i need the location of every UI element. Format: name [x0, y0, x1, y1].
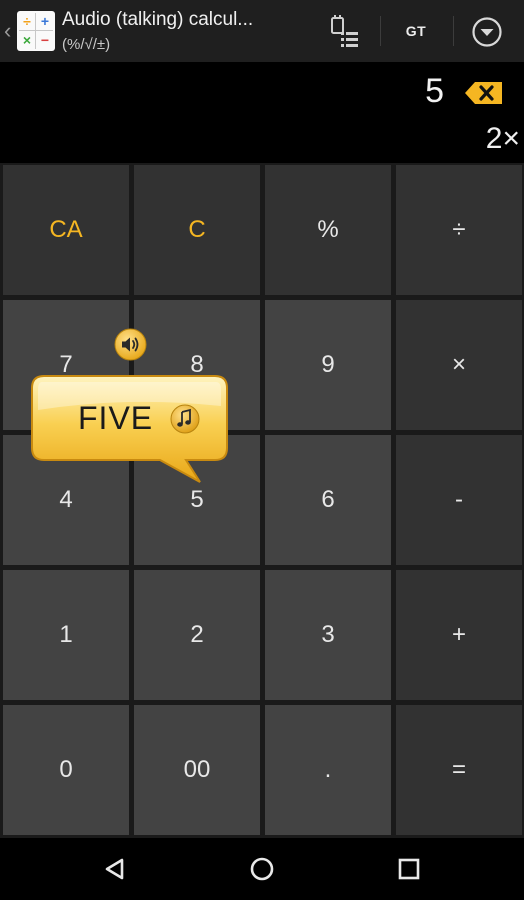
speaker-icon: [114, 328, 147, 361]
calculator-display: 5 2×: [0, 62, 524, 163]
key-0[interactable]: 0: [3, 705, 129, 835]
key-1[interactable]: 1: [3, 570, 129, 700]
history-button[interactable]: [322, 8, 368, 54]
grand-total-button[interactable]: GT: [388, 14, 444, 48]
nav-home-icon: [250, 857, 274, 881]
key-00[interactable]: 00: [134, 705, 260, 835]
key-6[interactable]: 6: [265, 435, 391, 565]
overflow-menu-button[interactable]: [470, 15, 504, 49]
key-3[interactable]: 3: [265, 570, 391, 700]
up-chevron-icon[interactable]: ‹: [4, 18, 11, 44]
app-logo-icon[interactable]: ÷ + × −: [17, 11, 55, 51]
display-value: 5: [425, 72, 444, 110]
speech-bubble: FIVE: [28, 372, 233, 487]
nav-back-icon: [105, 858, 124, 880]
app-logo-minus: −: [40, 32, 50, 48]
history-list-icon: [331, 15, 358, 47]
backspace-icon: [465, 82, 502, 104]
key-subtract[interactable]: -: [396, 435, 522, 565]
app-logo-plus: +: [40, 13, 50, 29]
key-9[interactable]: 9: [265, 300, 391, 430]
speech-bubble-text: FIVE: [78, 400, 154, 436]
nav-recents-icon: [398, 858, 420, 880]
key-equals[interactable]: =: [396, 705, 522, 835]
app-logo-times: ×: [22, 32, 32, 48]
app-logo-divider: [35, 13, 36, 49]
key-clear-all[interactable]: CA: [3, 165, 129, 295]
key-divide[interactable]: ÷: [396, 165, 522, 295]
key-decimal[interactable]: .: [265, 705, 391, 835]
toolbar-divider: [453, 16, 454, 46]
nav-recents-button[interactable]: [392, 852, 426, 886]
app-logo-divide: ÷: [23, 13, 31, 29]
key-multiply[interactable]: ×: [396, 300, 522, 430]
app-title: Audio (talking) calcul...: [62, 9, 254, 30]
system-nav-bar: [0, 838, 524, 900]
backspace-button[interactable]: [462, 79, 506, 107]
pending-operation: 2×: [485, 122, 520, 155]
chevron-down-circle-icon: [472, 17, 502, 47]
key-2[interactable]: 2: [134, 570, 260, 700]
music-note-icon[interactable]: [170, 404, 200, 434]
key-clear[interactable]: C: [134, 165, 260, 295]
keypad: CA C % ÷ 7 8 9 × 4 5 6 - 1 2 3 + 0 00 . …: [0, 163, 524, 838]
app-logo-divider: [19, 30, 53, 31]
toolbar-divider: [380, 16, 381, 46]
key-add[interactable]: +: [396, 570, 522, 700]
speaker-badge: [114, 328, 147, 361]
app-subtitle: (%/√/±): [62, 36, 111, 53]
nav-back-button[interactable]: [98, 852, 132, 886]
key-percent[interactable]: %: [265, 165, 391, 295]
nav-home-button[interactable]: [245, 852, 279, 886]
action-bar: ‹ ÷ + × − Audio (talking) calcul... (%/√…: [0, 0, 524, 62]
